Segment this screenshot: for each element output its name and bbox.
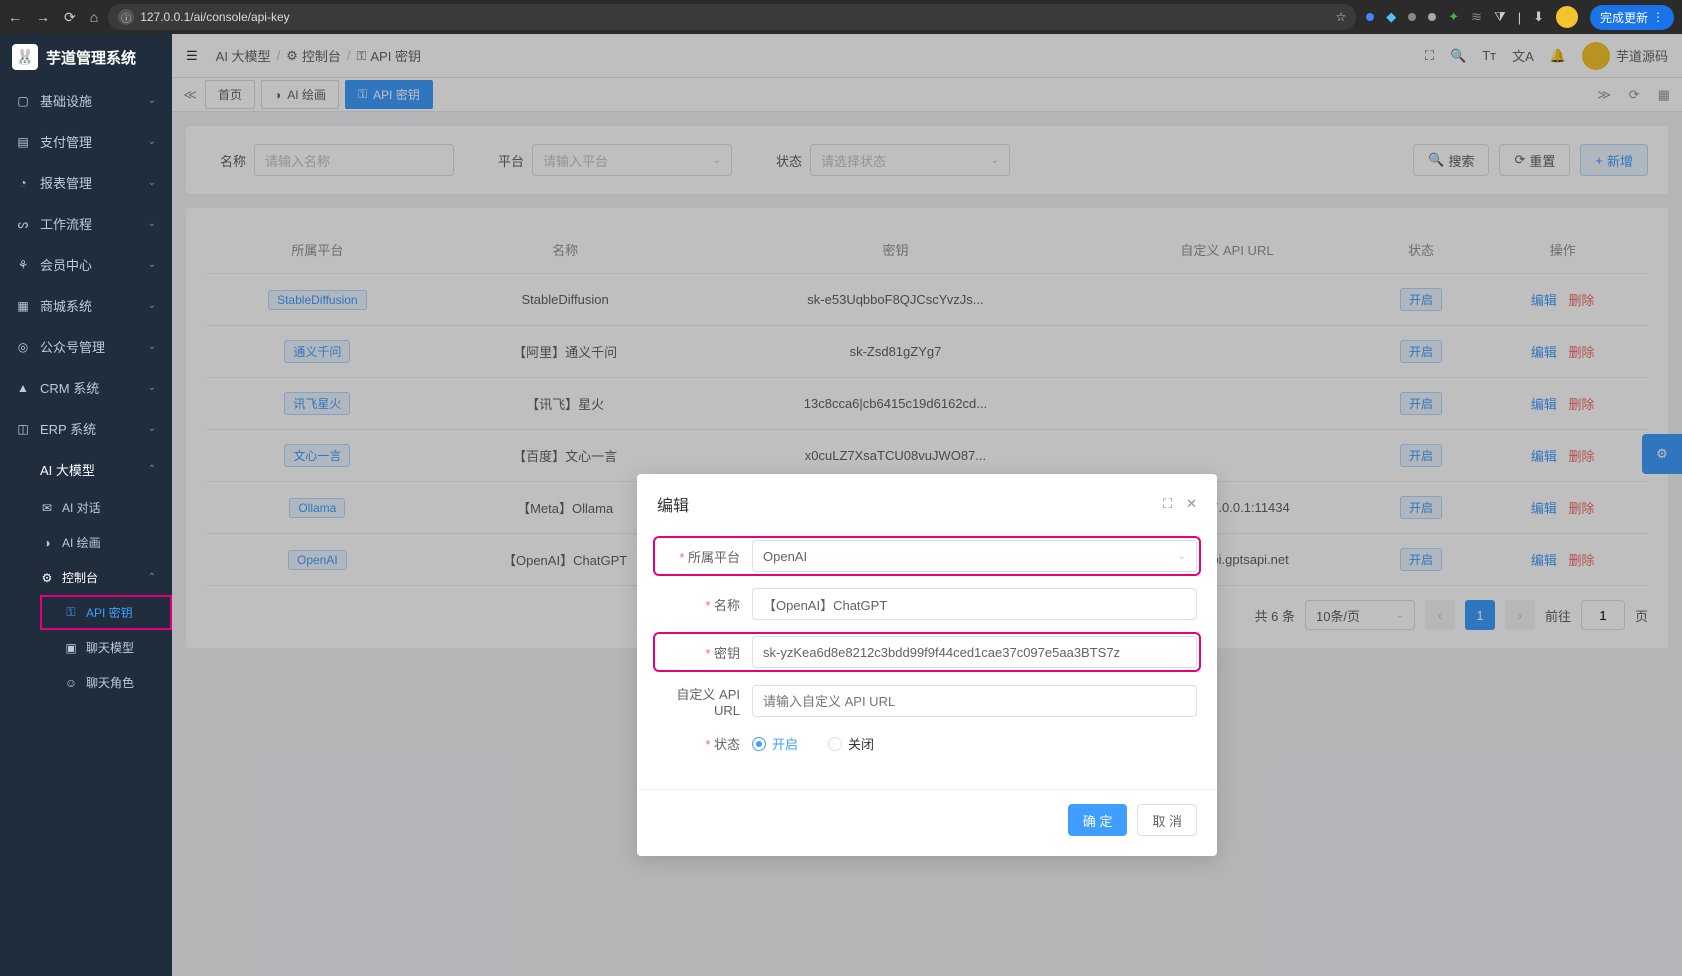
menu-icon: ⚘: [16, 258, 30, 272]
menu-icon: ▢: [16, 94, 30, 108]
sidebar-item[interactable]: ᔕ 工作流程 ⌄: [0, 203, 172, 244]
modal-title: 编辑: [657, 492, 689, 516]
chevron-down-icon: ⌄: [148, 259, 156, 270]
sidebar-sub-item[interactable]: ⚙ 控制台 ⌃: [40, 560, 172, 595]
form-platform-select[interactable]: OpenAI⌄: [752, 540, 1197, 572]
sidebar-item[interactable]: ▤ 支付管理 ⌄: [0, 121, 172, 162]
modal-overlay[interactable]: 编辑 ⛶ ✕ 所属平台 OpenAI⌄ 名称: [172, 34, 1682, 976]
back-icon[interactable]: ←: [8, 9, 22, 26]
chevron-down-icon: ⌄: [148, 136, 156, 147]
edit-modal: 编辑 ⛶ ✕ 所属平台 OpenAI⌄ 名称: [637, 474, 1217, 856]
chevron-down-icon: ⌄: [148, 423, 156, 434]
extension-icons: ◆ ✦ ≋ ⧩ | ⬇ 完成更新⋮: [1366, 5, 1674, 30]
form-platform-label: 所属平台: [657, 547, 752, 566]
form-name-label: 名称: [657, 595, 752, 614]
form-status-label: 状态: [657, 734, 752, 753]
home-icon[interactable]: ⌂: [90, 9, 98, 26]
app-logo[interactable]: 🐰 芋道管理系统: [0, 34, 172, 80]
sidebar-item[interactable]: ▲ CRM 系统 ⌄: [0, 367, 172, 408]
logo-icon: 🐰: [12, 44, 38, 70]
browser-chrome: ← → ⟳ ⌂ ⓘ 127.0.0.1/ai/console/api-key ☆…: [0, 0, 1682, 34]
chevron-down-icon: ⌄: [148, 300, 156, 311]
form-url-input[interactable]: [752, 685, 1197, 717]
ext-icon[interactable]: ◆: [1386, 9, 1396, 25]
sidebar-item-ai[interactable]: AI 大模型 ⌃: [0, 449, 172, 490]
fullscreen-icon[interactable]: ⛶: [1163, 496, 1172, 512]
menu-icon: ⚙: [40, 571, 54, 585]
sidebar: 🐰 芋道管理系统 ▢ 基础设施 ⌄ ▤ 支付管理 ⌄ ◔ 报表管理 ⌄ ᔕ 工作…: [0, 34, 172, 976]
menu-icon: ▦: [16, 299, 30, 313]
status-radio-off[interactable]: 关闭: [828, 734, 874, 753]
sidebar-item[interactable]: ▢ 基础设施 ⌄: [0, 80, 172, 121]
chevron-down-icon: ⌄: [148, 382, 156, 393]
menu-icon: ✉: [40, 501, 54, 515]
ext-icon[interactable]: ≋: [1471, 9, 1482, 25]
menu-icon: ▣: [64, 641, 78, 655]
cancel-button[interactable]: 取 消: [1137, 804, 1197, 836]
sidebar-leaf-item[interactable]: ⚿ API 密钥: [40, 595, 172, 630]
ext-icon[interactable]: [1408, 13, 1416, 21]
extensions-icon[interactable]: ⧩: [1494, 9, 1506, 25]
status-radio-on[interactable]: 开启: [752, 734, 798, 753]
url-bar[interactable]: ⓘ 127.0.0.1/ai/console/api-key ☆: [108, 4, 1356, 30]
menu-icon: ᔕ: [16, 217, 30, 231]
ext-icon[interactable]: ✦: [1448, 9, 1459, 25]
download-icon[interactable]: ⬇: [1533, 9, 1544, 25]
chevron-down-icon: ⌄: [148, 341, 156, 352]
chevron-down-icon: ⌄: [1178, 551, 1186, 562]
menu-icon: ◔: [16, 176, 30, 190]
sidebar-sub-item[interactable]: ◑ AI 绘画: [40, 525, 172, 560]
form-key-label: 密钥: [657, 643, 752, 662]
close-icon[interactable]: ✕: [1186, 496, 1197, 512]
reload-icon[interactable]: ⟳: [64, 9, 76, 26]
update-button[interactable]: 完成更新⋮: [1590, 5, 1674, 30]
menu-icon: ▤: [16, 135, 30, 149]
sidebar-item[interactable]: ◔ 报表管理 ⌄: [0, 162, 172, 203]
chevron-up-icon: ⌃: [148, 464, 156, 475]
menu-icon: ⚿: [64, 605, 78, 620]
sidebar-item[interactable]: ◎ 公众号管理 ⌄: [0, 326, 172, 367]
url-text: 127.0.0.1/ai/console/api-key: [140, 10, 289, 24]
sidebar-item[interactable]: ▦ 商城系统 ⌄: [0, 285, 172, 326]
sidebar-sub-item[interactable]: ✉ AI 对话: [40, 490, 172, 525]
confirm-button[interactable]: 确 定: [1068, 804, 1128, 836]
chevron-down-icon: ⌄: [148, 95, 156, 106]
form-key-input[interactable]: [752, 636, 1197, 668]
ext-icon[interactable]: [1428, 13, 1436, 21]
sidebar-item[interactable]: ◫ ERP 系统 ⌄: [0, 408, 172, 449]
profile-avatar[interactable]: [1556, 6, 1578, 28]
chevron-down-icon: ⌄: [148, 218, 156, 229]
chevron-up-icon: ⌃: [148, 572, 156, 583]
star-icon[interactable]: ☆: [1336, 10, 1347, 24]
ext-icon[interactable]: [1366, 13, 1374, 21]
menu-icon: ◫: [16, 422, 30, 436]
form-url-label: 自定义 API URL: [657, 684, 752, 718]
divider: |: [1518, 10, 1521, 25]
forward-icon[interactable]: →: [36, 9, 50, 26]
menu-icon: ▲: [16, 381, 30, 395]
main-panel: ☰ AI 大模型/⚙控制台/⚿API 密钥 ⛶ 🔍 Tᴛ 文A 🔔 芋道源码 ≪…: [172, 34, 1682, 976]
form-name-input[interactable]: [752, 588, 1197, 620]
menu-icon: ◑: [40, 536, 54, 550]
chevron-down-icon: ⌄: [148, 177, 156, 188]
sidebar-leaf-item[interactable]: ▣ 聊天模型: [40, 630, 172, 665]
sidebar-item[interactable]: ⚘ 会员中心 ⌄: [0, 244, 172, 285]
menu-icon: ◎: [16, 340, 30, 354]
menu-icon: ☺: [64, 676, 78, 690]
sidebar-leaf-item[interactable]: ☺ 聊天角色: [40, 665, 172, 700]
site-info-icon[interactable]: ⓘ: [118, 9, 134, 25]
app-title: 芋道管理系统: [46, 47, 136, 68]
